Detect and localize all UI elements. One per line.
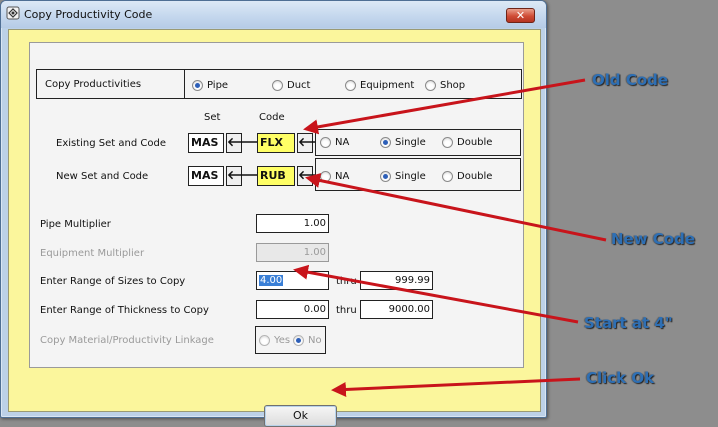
click-ok-arrow (331, 377, 581, 397)
annotation-arrows (293, 78, 607, 397)
start-at-annotation: Start at 4" (584, 314, 673, 332)
new-code-arrow (305, 173, 607, 242)
new-code-annotation: New Code (611, 230, 696, 248)
start-at-arrow (293, 264, 579, 324)
old-code-annotation: Old Code (592, 71, 669, 89)
old-code-arrow (303, 78, 586, 135)
click-ok-annotation: Click Ok (586, 369, 655, 387)
